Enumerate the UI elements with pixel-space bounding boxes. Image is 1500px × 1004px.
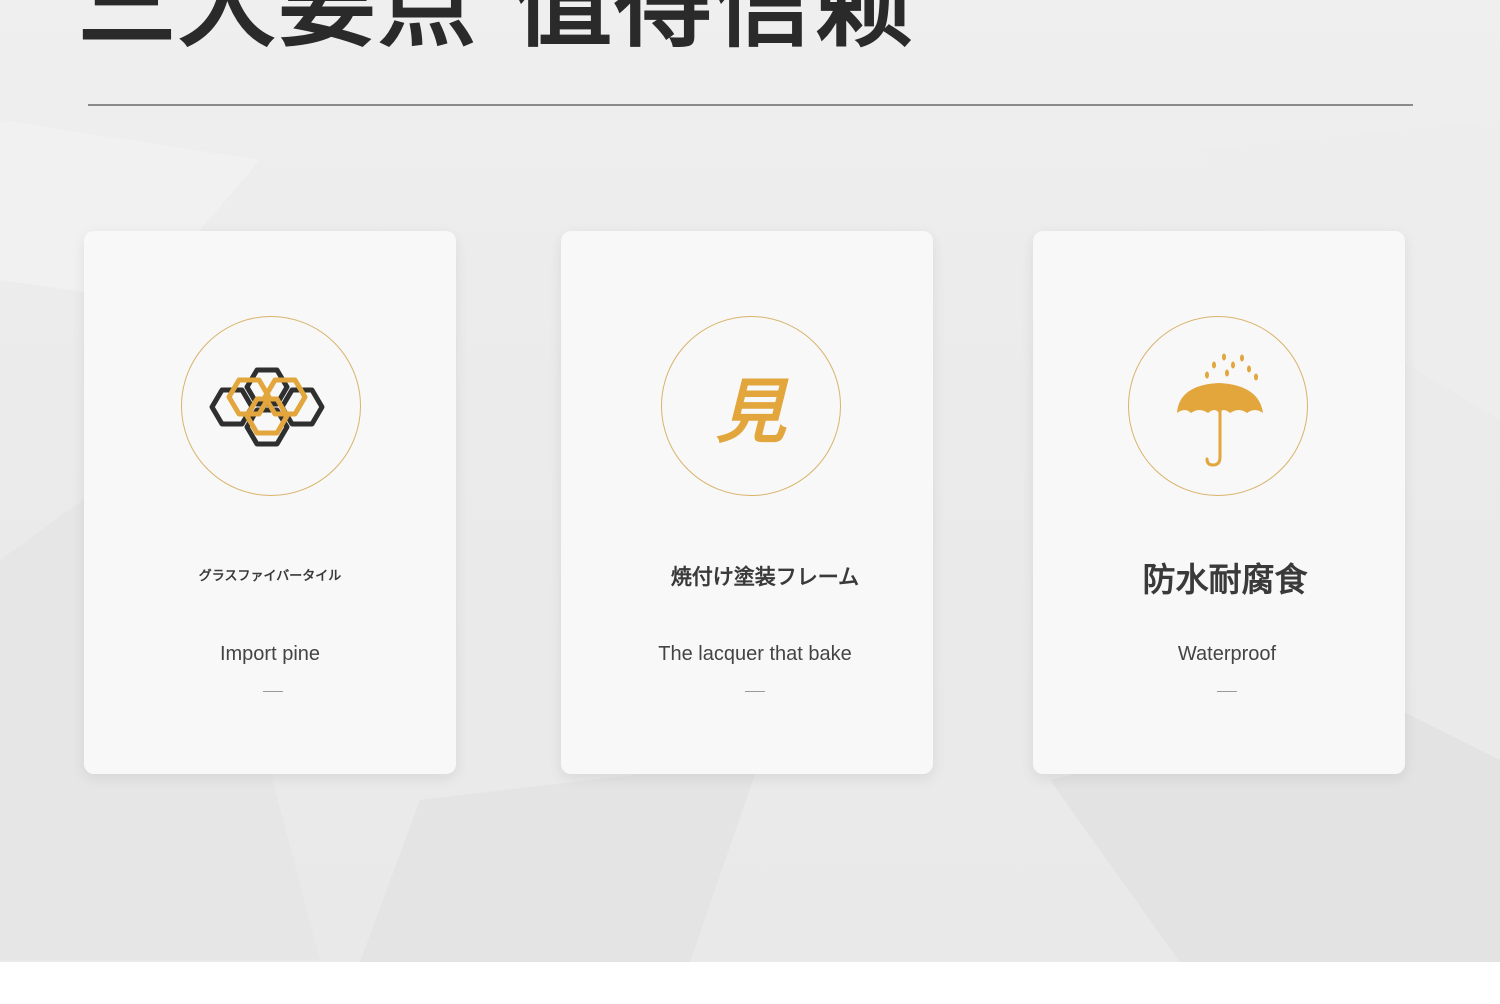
- honeycomb-icon: [209, 367, 325, 447]
- feature-subtitle: Import pine: [219, 643, 321, 665]
- feature-subtitle: Waterproof: [1177, 643, 1277, 665]
- icon-badge: [181, 316, 361, 496]
- feature-card-fiberglass: グラスファイバータイル Import pine: [84, 231, 456, 774]
- page-title: 三大要点 值得信赖: [78, 0, 915, 61]
- icon-badge: 見: [661, 316, 841, 496]
- feature-title: グラスファイバータイル: [198, 569, 342, 584]
- feature-section: 三大要点 值得信赖 グラスファイバータイル Import pine 見 焼付け塗…: [0, 0, 1500, 962]
- feature-card-waterproof: 防水耐腐食 Waterproof: [1033, 231, 1405, 774]
- kanji-mark-icon: 見: [716, 370, 786, 453]
- feature-dash: [263, 691, 283, 692]
- feature-card-baked-frame: 見 焼付け塗装フレーム The lacquer that bake: [561, 231, 933, 774]
- feature-title: 防水耐腐食: [1142, 560, 1308, 599]
- feature-subtitle: The lacquer that bake: [658, 643, 852, 665]
- title-divider: [88, 104, 1413, 106]
- umbrella-rain-icon: [1177, 353, 1263, 467]
- feature-dash: [1217, 691, 1237, 692]
- feature-title: 焼付け塗装フレーム: [670, 565, 860, 589]
- icon-badge: [1128, 316, 1308, 496]
- feature-dash: [745, 691, 765, 692]
